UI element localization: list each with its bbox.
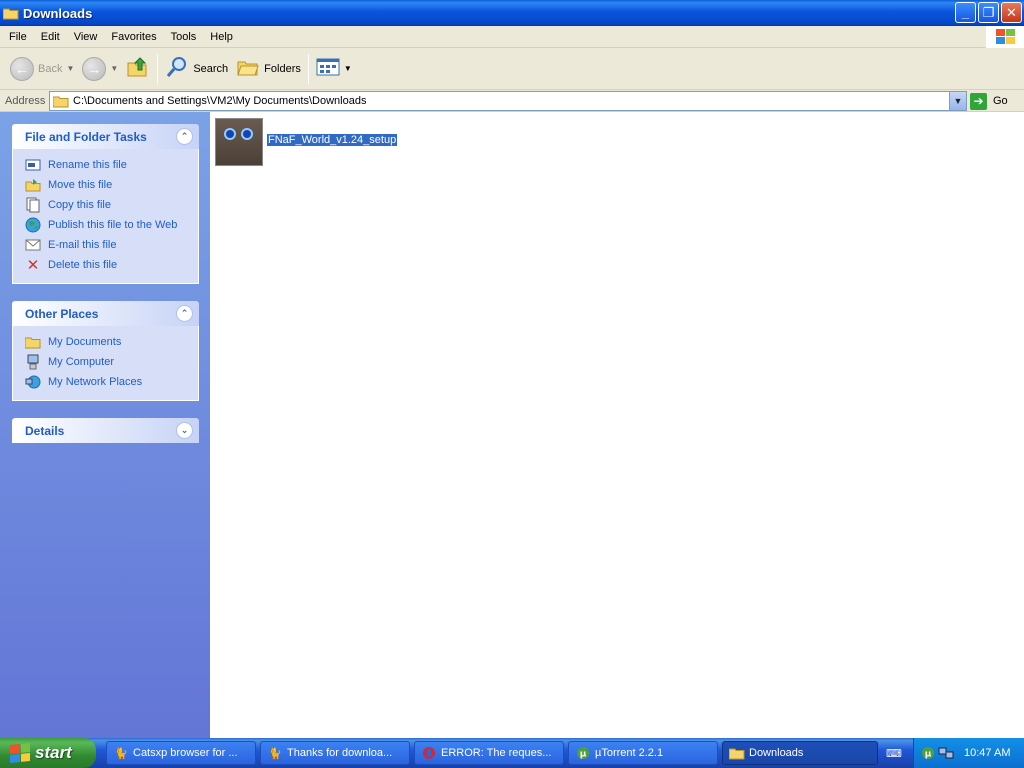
clock: 10:47 AM [964,747,1011,759]
opera-icon [421,745,437,761]
folders-button[interactable]: Folders [232,52,305,86]
menu-tools[interactable]: Tools [164,31,204,43]
computer-icon [25,354,41,370]
minimize-icon: _ [961,5,970,20]
copy-file-link[interactable]: Copy this file [25,195,198,215]
my-documents-link[interactable]: My Documents [25,332,198,352]
browser-icon: 🐈 [268,747,282,760]
address-dropdown-button[interactable]: ▼ [949,92,966,110]
my-network-places-link[interactable]: My Network Places [25,372,198,392]
network-tray-icon[interactable] [938,745,954,761]
taskbar-item-utorrent[interactable]: µ µTorrent 2.2.1 [568,741,718,765]
up-folder-icon [126,55,150,82]
folders-icon [236,55,260,82]
back-arrow-icon: ← [10,56,34,81]
utorrent-icon: µ [575,745,591,761]
menu-edit[interactable]: Edit [34,31,67,43]
search-icon [165,55,189,82]
file-list-view[interactable]: FNaF_World_v1.24_setup [210,112,1024,738]
taskbar: start 🐈 Catsxp browser for ... 🐈 Thanks … [0,738,1024,768]
address-label: Address [5,94,46,107]
delete-icon: ✕ [26,257,40,274]
views-button[interactable]: ▼ [312,52,356,86]
folder-icon [53,95,69,108]
chevron-down-icon: ▼ [343,64,352,73]
close-icon: ✕ [1006,4,1017,20]
task-pane: File and Folder Tasks ⌃ Rename this file… [0,112,210,738]
move-icon [25,177,41,193]
taskbar-item-catsxp[interactable]: 🐈 Catsxp browser for ... [106,741,256,765]
delete-file-link[interactable]: ✕ Delete this file [25,255,198,275]
windows-flag-icon [10,742,30,764]
svg-text:µ: µ [925,750,932,760]
file-folder-tasks-panel: File and Folder Tasks ⌃ Rename this file… [12,124,199,284]
address-bar: Address C:\Documents and Settings\VM2\My… [0,90,1024,112]
my-computer-link[interactable]: My Computer [25,352,198,372]
go-button[interactable]: ➔ Go [970,91,1022,111]
chevron-down-icon: ▼ [110,64,119,73]
search-button[interactable]: Search [161,52,232,86]
minimize-button[interactable]: _ [955,2,976,23]
file-name-label: FNaF_World_v1.24_setup [267,134,398,146]
details-header[interactable]: Details ⌄ [12,418,199,443]
other-places-header[interactable]: Other Places ⌃ [12,301,199,326]
email-file-link[interactable]: E-mail this file [25,235,198,255]
title-bar: Downloads _ ❐ ✕ [0,0,1024,26]
restore-icon: ❐ [982,4,995,20]
keyboard-icon[interactable]: ⌨ [886,745,902,761]
file-item[interactable]: FNaF_World_v1.24_setup [215,118,398,166]
window-title: Downloads [23,5,93,21]
folder-icon [2,7,19,20]
menu-file[interactable]: File [0,31,34,43]
menu-view[interactable]: View [67,31,105,43]
taskbar-item-error[interactable]: ERROR: The reques... [414,741,564,765]
details-panel: Details ⌄ [12,418,199,443]
forward-arrow-icon: → [82,56,107,81]
svg-text:µ: µ [580,750,587,760]
system-tray: µ 10:47 AM [913,738,1024,768]
windows-logo-icon [986,26,1024,48]
toolbar: ← Back ▼ → ▼ Search Folders ▼ [0,48,1024,90]
start-button[interactable]: start [0,738,96,768]
copy-icon [25,197,41,213]
publish-file-link[interactable]: Publish this file to the Web [25,215,198,235]
close-button[interactable]: ✕ [1001,2,1022,23]
rename-file-link[interactable]: Rename this file [25,155,198,175]
collapse-icon[interactable]: ⌃ [176,305,193,322]
rename-icon [25,157,41,173]
address-path: C:\Documents and Settings\VM2\My Documen… [73,95,367,107]
address-input[interactable]: C:\Documents and Settings\VM2\My Documen… [49,91,967,111]
utorrent-tray-icon[interactable]: µ [920,745,936,761]
file-thumbnail-icon [215,118,263,166]
back-button[interactable]: ← Back ▼ [6,52,78,86]
toolbar-separator [307,53,309,84]
menu-favorites[interactable]: Favorites [104,31,163,43]
network-icon [25,374,41,390]
views-icon [316,57,340,80]
folder-icon [729,745,745,761]
file-folder-tasks-header[interactable]: File and Folder Tasks ⌃ [12,124,199,149]
chevron-down-icon: ▼ [66,64,75,73]
chevron-down-icon: ▼ [953,96,963,106]
taskbar-item-thanks[interactable]: 🐈 Thanks for downloa... [260,741,410,765]
taskbar-item-downloads[interactable]: Downloads [722,741,878,765]
maximize-button[interactable]: ❐ [978,2,999,23]
email-icon [25,237,41,253]
browser-icon: 🐈 [114,747,128,760]
up-folder-button[interactable] [122,52,154,86]
globe-icon [25,217,41,233]
collapse-icon[interactable]: ⌃ [176,128,193,145]
menu-help[interactable]: Help [203,31,240,43]
move-file-link[interactable]: Move this file [25,175,198,195]
folder-icon [25,334,41,350]
other-places-panel: Other Places ⌃ My Documents My Computer … [12,301,199,401]
go-arrow-icon: ➔ [970,92,987,110]
toolbar-separator [157,53,159,84]
expand-icon[interactable]: ⌄ [176,422,193,439]
menu-bar: File Edit View Favorites Tools Help [0,26,1024,48]
forward-button[interactable]: → ▼ [78,52,122,86]
